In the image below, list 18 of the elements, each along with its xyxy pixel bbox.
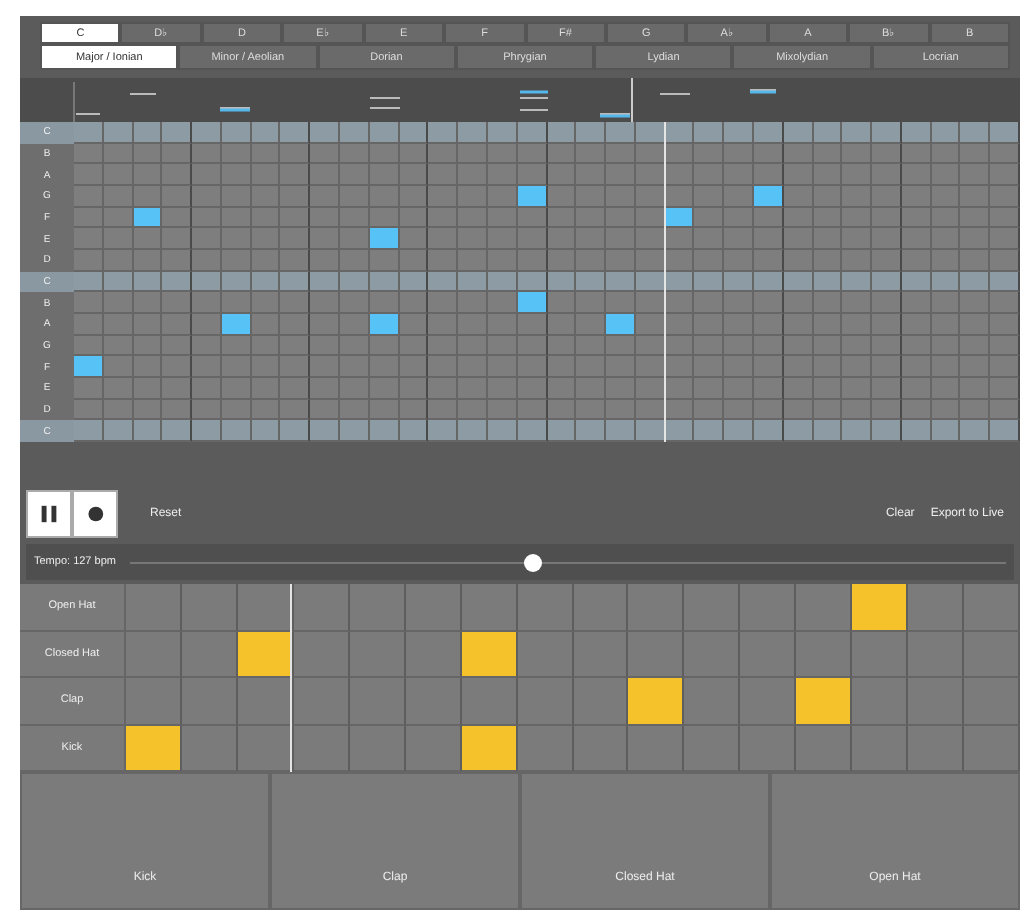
- note-block[interactable]: [517, 292, 547, 315]
- pause-button[interactable]: [26, 490, 72, 538]
- record-button[interactable]: [72, 490, 118, 538]
- drum-step[interactable]: [461, 631, 518, 678]
- drum-step[interactable]: [461, 725, 518, 772]
- record-icon: [86, 504, 104, 524]
- note-block[interactable]: [753, 186, 784, 208]
- drum-step[interactable]: [852, 584, 909, 631]
- drum-step[interactable]: [126, 725, 182, 772]
- note-block[interactable]: [606, 314, 636, 336]
- note-block[interactable]: [517, 186, 547, 208]
- drum-step[interactable]: [628, 678, 685, 725]
- note-block[interactable]: [369, 314, 400, 336]
- note-block[interactable]: [221, 314, 252, 336]
- pause-icon: [40, 504, 58, 524]
- note-block[interactable]: [74, 356, 104, 379]
- note-block[interactable]: [369, 228, 400, 251]
- drum-step[interactable]: [796, 678, 853, 725]
